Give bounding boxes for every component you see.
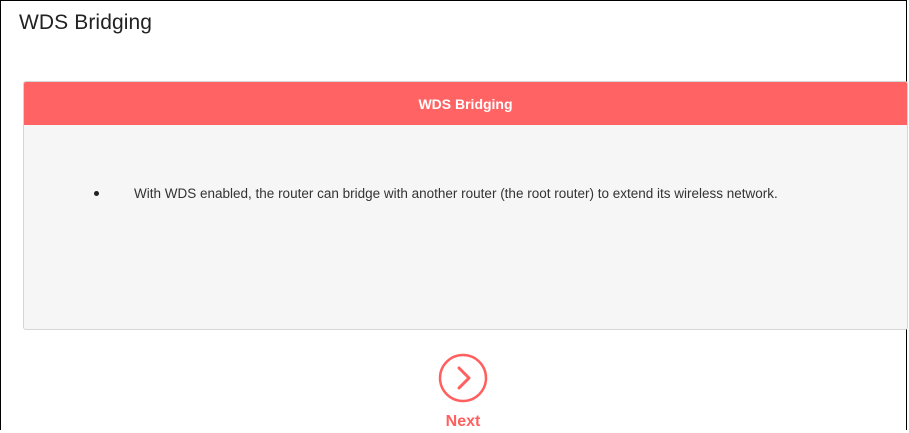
next-button[interactable]: Next bbox=[438, 353, 488, 433]
panel-header: WDS Bridging bbox=[24, 82, 907, 125]
page-title: WDS Bridging bbox=[19, 11, 153, 34]
info-panel: WDS Bridging With WDS enabled, the route… bbox=[23, 81, 908, 330]
next-label[interactable]: Next bbox=[428, 413, 498, 431]
bullet-text: With WDS enabled, the router can bridge … bbox=[134, 186, 778, 201]
bullet-icon bbox=[94, 191, 99, 196]
chevron-right-circle-icon[interactable] bbox=[438, 353, 488, 403]
page-frame: WDS Bridging WDS Bridging With WDS enabl… bbox=[0, 0, 908, 433]
